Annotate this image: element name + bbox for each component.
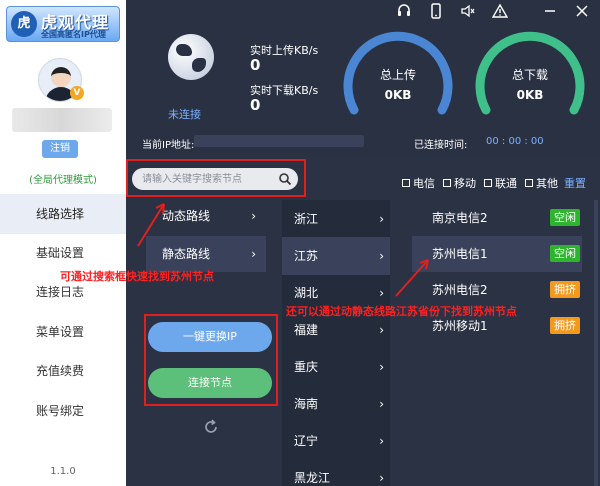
globe-icon[interactable] <box>168 34 214 80</box>
minimize-icon[interactable] <box>542 3 558 19</box>
chevron-right-icon: › <box>379 471 384 485</box>
node-list: 南京电信2 空闲 苏州电信1 空闲 苏州电信2 拥挤 苏州移动1 拥挤 <box>412 200 600 486</box>
filter-unicom[interactable]: 联通 <box>484 175 517 191</box>
route-tip-annotation: 还可以通过动静态线路江苏省份下找到苏州节点 <box>286 305 517 318</box>
sidebar-item-line-select[interactable]: 线路选择 <box>0 194 126 234</box>
chevron-right-icon: › <box>379 360 384 374</box>
chevron-right-icon: › <box>379 434 384 448</box>
checkbox-icon[interactable] <box>484 179 492 187</box>
upload-speed-value: 0 <box>250 56 261 74</box>
app-version: 1.1.0 <box>50 466 76 477</box>
province-item[interactable]: 辽宁 › <box>282 422 390 460</box>
route-label: 静态路线 <box>162 247 211 261</box>
province-label: 湖北 <box>294 286 319 300</box>
node-label: 南京电信2 <box>432 211 488 225</box>
province-item[interactable]: 海南 › <box>282 385 390 423</box>
node-status-badge: 拥挤 <box>550 281 580 298</box>
search-highlight-box <box>126 159 306 197</box>
chevron-right-icon: › <box>379 397 384 411</box>
route-dynamic[interactable]: 动态路线 › <box>146 198 266 234</box>
filter-label: 其他 <box>536 177 558 190</box>
vip-badge-icon: V <box>70 86 84 100</box>
node-label: 苏州移动1 <box>432 319 488 333</box>
filter-label: 移动 <box>454 177 476 190</box>
sidebar-item-basic-settings[interactable]: 基础设置 <box>0 233 126 273</box>
connected-time-value: 00 : 00 : 00 <box>486 136 544 147</box>
node-list-scrollbar[interactable] <box>594 200 598 486</box>
province-label: 浙江 <box>294 212 319 226</box>
total-upload-value: 0KB <box>384 88 412 102</box>
sidebar-item-menu-settings[interactable]: 菜单设置 <box>0 312 126 352</box>
chevron-right-icon: › <box>379 212 384 226</box>
current-ip-redacted <box>194 135 364 147</box>
province-label: 黑龙江 <box>294 471 331 485</box>
headset-icon[interactable] <box>396 3 412 19</box>
connect-node-button[interactable]: 连接节点 <box>148 368 272 398</box>
checkbox-icon[interactable] <box>525 179 533 187</box>
reset-filters-link[interactable]: 重置 <box>564 175 586 191</box>
stats-header: 未连接 实时上传KB/s 0 实时下载KB/s 0 总上传 0KB 总下载 0K… <box>126 0 600 156</box>
filter-label: 电信 <box>413 177 435 190</box>
province-item[interactable]: 江苏 › <box>282 237 390 275</box>
refresh-icon[interactable] <box>202 418 220 436</box>
total-download-label: 总下载 <box>511 68 548 82</box>
filter-telecom[interactable]: 电信 <box>402 175 435 191</box>
node-status-badge: 拥挤 <box>550 317 580 334</box>
warning-icon[interactable] <box>492 3 508 19</box>
province-label: 海南 <box>294 397 319 411</box>
checkbox-icon[interactable] <box>443 179 451 187</box>
sidebar-item-recharge[interactable]: 充值续费 <box>0 351 126 391</box>
route-static[interactable]: 静态路线 › <box>146 236 266 272</box>
avatar-head <box>51 67 71 87</box>
province-label: 福建 <box>294 323 319 337</box>
phone-icon[interactable] <box>428 3 444 19</box>
node-item[interactable]: 南京电信2 空闲 <box>412 200 582 236</box>
filter-label: 联通 <box>495 177 517 190</box>
chevron-right-icon: › <box>251 247 256 261</box>
province-label: 江苏 <box>294 249 319 263</box>
proxy-mode-text: (全局代理模式) <box>29 175 97 186</box>
route-label: 动态路线 <box>162 209 211 223</box>
province-list: 浙江 › 江苏 › 湖北 › 福建 › 重庆 › 海南 › 辽宁 › 黑龙江 › <box>282 200 390 486</box>
change-ip-button[interactable]: 一键更换IP <box>148 322 272 352</box>
tiger-logo-icon: 虎 <box>11 11 37 37</box>
chevron-right-icon: › <box>251 209 256 223</box>
node-selection-panel: 电信 移动 联通 其他 重置 动态路线 › 静态路线 › 浙江 › 江苏 › 湖北 ›… <box>60 156 600 486</box>
province-item[interactable]: 黑龙江 › <box>282 459 390 486</box>
close-icon[interactable] <box>574 3 590 19</box>
node-item[interactable]: 苏州电信1 空闲 <box>412 236 582 272</box>
filter-other[interactable]: 其他 <box>525 175 558 191</box>
current-ip-label: 当前IP地址: <box>142 140 195 151</box>
download-speed-value: 0 <box>250 96 261 114</box>
connected-time-label: 已连接时间: <box>414 140 468 151</box>
sidebar: 虎 虎观代理 全国高匿名IP代理 V 注销 (全局代理模式) 线路选择 基础设置… <box>0 0 126 486</box>
total-upload-label: 总上传 <box>379 68 416 82</box>
total-download-value: 0KB <box>516 88 544 102</box>
app-subtitle: 全国高匿名IP代理 <box>41 30 106 39</box>
node-status-badge: 空闲 <box>550 209 580 226</box>
checkbox-icon[interactable] <box>402 179 410 187</box>
province-label: 辽宁 <box>294 434 319 448</box>
node-label: 苏州电信2 <box>432 283 488 297</box>
sidebar-item-account-binding[interactable]: 账号绑定 <box>0 391 126 431</box>
filter-mobile[interactable]: 移动 <box>443 175 476 191</box>
app-logo: 虎 虎观代理 全国高匿名IP代理 <box>6 6 120 42</box>
province-item[interactable]: 重庆 › <box>282 348 390 386</box>
province-item[interactable]: 浙江 › <box>282 200 390 238</box>
speaker-icon[interactable] <box>460 3 476 19</box>
node-label: 苏州电信1 <box>432 247 488 261</box>
chevron-right-icon: › <box>379 249 384 263</box>
logout-button[interactable]: 注销 <box>42 140 78 158</box>
username-redacted <box>12 108 112 132</box>
province-label: 重庆 <box>294 360 319 374</box>
connection-status: 未连接 <box>168 108 201 121</box>
search-tip-annotation: 可通过搜索框快速找到苏州节点 <box>60 270 214 283</box>
node-status-badge: 空闲 <box>550 245 580 262</box>
